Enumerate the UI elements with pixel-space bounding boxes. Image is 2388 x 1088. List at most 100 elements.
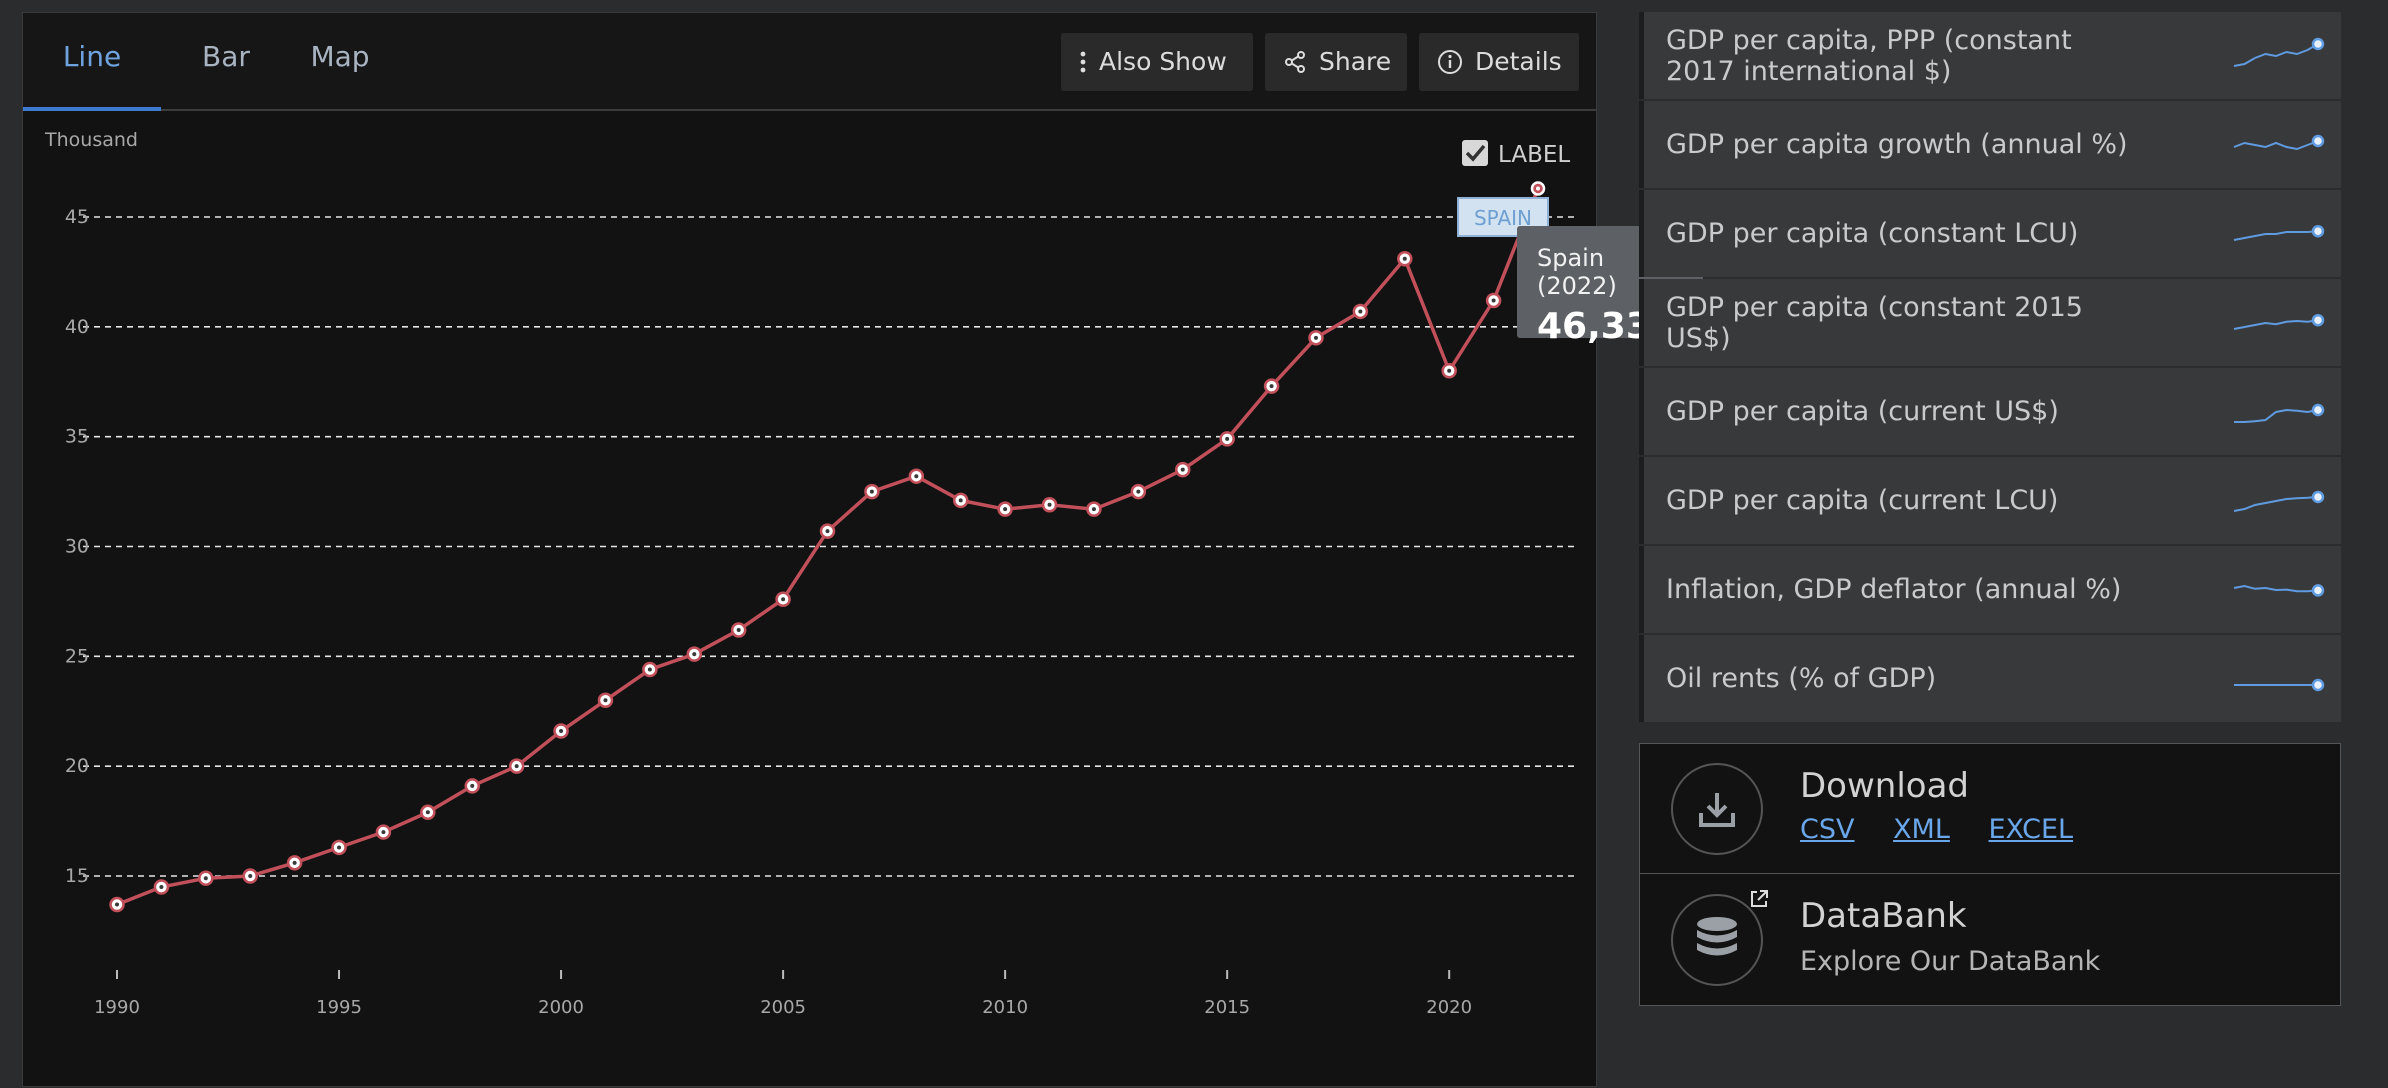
sparkline — [2233, 224, 2325, 241]
x-tick-label: 2015 — [1204, 997, 1250, 1018]
data-point-center — [1003, 507, 1008, 512]
sparkline-path — [2233, 496, 2319, 512]
data-point-center — [603, 698, 608, 703]
indicator-label: GDP per capita (current US$) — [1666, 396, 2059, 427]
indicator-label: GDP per capita, PPP (constant 2017 inter… — [1666, 24, 2072, 87]
indicator-item[interactable]: GDP per capita (constant 2015 US$) — [1639, 279, 2341, 366]
data-point-center — [736, 627, 741, 632]
data-point-center — [1491, 298, 1496, 303]
data-point-center — [825, 529, 830, 534]
data-point-center — [1313, 335, 1318, 340]
sparkline-end-dot — [2311, 134, 2325, 148]
data-point-center — [914, 474, 919, 479]
data-point-center — [1225, 436, 1230, 441]
indicator-label: GDP per capita (current LCU) — [1666, 485, 2059, 516]
data-point-center — [337, 845, 342, 850]
data-point-center — [514, 764, 519, 769]
data-point-center — [248, 874, 253, 878]
excel-link[interactable]: EXCEL — [1989, 814, 2074, 845]
indicator-label: Oil rents (% of GDP) — [1666, 663, 1937, 694]
sparkline-path — [2234, 408, 2319, 423]
sparkline-path — [2233, 230, 2319, 241]
x-tick-label: 1995 — [316, 997, 362, 1018]
download-box: Download CSV XML EXCEL — [1639, 743, 2341, 874]
y-tick-label: 45 — [65, 206, 89, 228]
sparkline — [2234, 678, 2325, 692]
sparkline-end-dot — [2311, 37, 2325, 51]
y-tick-label: 25 — [65, 645, 89, 667]
indicator-item[interactable]: Inflation, GDP deflator (annual %) — [1639, 546, 2341, 633]
sparkline-end-dot — [2311, 224, 2325, 238]
indicator-label: GDP per capita growth (annual %) — [1666, 129, 2128, 160]
label-checkbox[interactable]: LABEL — [1462, 140, 1570, 168]
sparkline-end-dot — [2311, 313, 2325, 327]
x-tick-label: 2005 — [760, 997, 806, 1018]
sparkline — [2233, 134, 2325, 151]
line-chart: Thousand LABEL 15 20 25 30 35 40 45 1990 1995 20… — [44, 129, 1578, 1018]
data-point-center — [559, 729, 564, 734]
x-tick-label: 1990 — [94, 997, 140, 1018]
data-point-center — [381, 830, 386, 835]
y-tick-label: 30 — [65, 536, 89, 558]
sparkline — [2233, 37, 2325, 67]
data-point-center — [781, 597, 786, 602]
data-point-center — [1091, 507, 1096, 512]
data-point-center — [647, 667, 652, 672]
data-point-center — [1269, 384, 1274, 389]
x-tick-label: 2000 — [538, 997, 584, 1018]
sparkline-path — [2233, 43, 2319, 67]
data-point-center — [292, 860, 297, 865]
sparkline — [2233, 584, 2325, 597]
databank-subtitle: Explore Our DataBank — [1800, 946, 2101, 977]
indicator-list: GDP per capita, PPP (constant 2017 inter… — [1639, 12, 2341, 724]
data-point-center — [425, 810, 430, 815]
data-point-center — [159, 884, 164, 889]
data-point-center — [1047, 502, 1052, 507]
indicator-label: GDP per capita (constant LCU) — [1666, 218, 2079, 249]
indicator-item[interactable]: GDP per capita (current US$) — [1639, 368, 2341, 455]
sparkline-path — [2233, 584, 2319, 593]
y-tick-label: 20 — [65, 755, 89, 777]
sparkline-path — [2233, 319, 2319, 330]
data-point-center — [203, 876, 208, 881]
label-checkbox-text: LABEL — [1498, 142, 1570, 168]
indicator-item[interactable]: GDP per capita (constant LCU) — [1639, 190, 2341, 277]
chart-panel: Line Bar Map Also Show Share Details Tho… — [22, 12, 1597, 1087]
sparkline — [2233, 490, 2325, 512]
indicator-item[interactable]: GDP per capita (current LCU) — [1639, 457, 2341, 544]
sparkline-end-dot — [2311, 584, 2325, 597]
csv-link[interactable]: CSV — [1800, 814, 1854, 845]
data-point-center — [1447, 368, 1452, 373]
sparkline — [2233, 313, 2325, 330]
data-point-center — [1536, 186, 1540, 191]
sparkline — [2234, 403, 2325, 423]
x-tick-label: 2020 — [1426, 997, 1472, 1018]
data-point-center — [1358, 309, 1363, 314]
data-point-center — [1136, 489, 1141, 494]
xml-link[interactable]: XML — [1893, 814, 1950, 845]
data-point-center — [869, 489, 874, 494]
sparkline-end-dot — [2311, 403, 2325, 417]
indicator-label: Inflation, GDP deflator (annual %) — [1666, 574, 2122, 605]
indicator-item[interactable]: GDP per capita growth (annual %) — [1639, 101, 2341, 188]
indicator-item[interactable]: Oil rents (% of GDP) — [1639, 635, 2341, 722]
data-point-center — [692, 652, 697, 657]
data-point-center — [1180, 467, 1185, 472]
download-links: CSV XML EXCEL — [1800, 814, 2103, 845]
sparkline-end-dot — [2311, 678, 2325, 692]
data-point-center — [115, 902, 119, 907]
download-title: Download — [1800, 766, 1970, 806]
y-tick-label: 40 — [65, 316, 89, 338]
databank-box[interactable]: DataBank Explore Our DataBank — [1639, 873, 2341, 1006]
indicator-label: GDP per capita (constant 2015 US$) — [1666, 291, 2083, 354]
x-tick-label: 2010 — [982, 997, 1028, 1018]
y-tick-label: 35 — [65, 426, 89, 448]
data-point-center — [958, 498, 963, 503]
indicator-item[interactable]: GDP per capita, PPP (constant 2017 inter… — [1639, 12, 2341, 99]
external-link-icon — [1748, 888, 1770, 914]
y-tick-label: 15 — [65, 865, 89, 887]
download-icon — [1671, 763, 1763, 855]
unit-label: Thousand — [44, 129, 138, 151]
sparkline-path — [2233, 140, 2319, 151]
sparkline-end-dot — [2311, 490, 2325, 504]
